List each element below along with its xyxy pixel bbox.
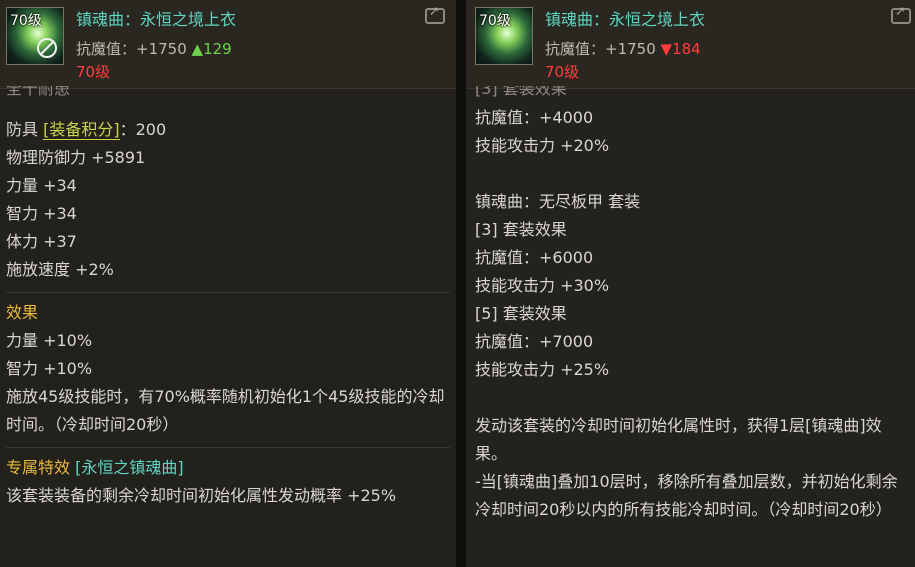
tooltip-body: [3] 套装效果 抗魔值：+4000 技能攻击力 +20% 镇魂曲：无尽板甲 套…: [475, 86, 909, 524]
item-level-badge: 70级: [479, 13, 511, 29]
stat-line: 物理防御力 +5891: [6, 148, 146, 167]
equip-score-label[interactable]: [装备积分]: [43, 120, 120, 140]
partial-heading: 全十耐患: [6, 86, 71, 98]
armor-score-line: 防具 [装备积分]：200: [6, 116, 450, 144]
share-icon[interactable]: [891, 4, 911, 24]
set-description: -当[镇魂曲]叠加10层时，移除所有叠加层数，并初始化剩余冷却时间20秒以内的所…: [475, 472, 898, 519]
resist-label: 抗魔值：: [76, 40, 137, 58]
effect-line: 智力 +10%: [6, 359, 93, 378]
resist-line: 抗魔值：+1750 ▲129: [76, 38, 232, 59]
tooltip-header: 70级 镇魂曲：永恒之境上衣 抗魔值：+1750 ▼184 70级: [466, 0, 915, 89]
set-line: [5] 套装效果: [475, 304, 567, 323]
special-effect-line: 专属特效 [永恒之镇魂曲]: [6, 454, 450, 482]
tooltip-right: 70级 镇魂曲：永恒之境上衣 抗魔值：+1750 ▼184 70级 [3] 套装…: [466, 0, 915, 567]
item-icon[interactable]: 70级: [6, 7, 64, 65]
level-requirement: 70级: [545, 63, 580, 81]
set-description: 发动该套装的冷却时间初始化属性时，获得1层[镇魂曲]效果。: [475, 416, 882, 463]
item-title: 镇魂曲：永恒之境上衣: [76, 10, 237, 29]
special-description: 该套装装备的剩余冷却时间初始化属性发动概率 +25%: [6, 486, 397, 505]
item-icon[interactable]: 70级: [475, 7, 533, 65]
special-name: [永恒之镇魂曲]: [75, 458, 184, 477]
tooltip-header: 70级 镇魂曲：永恒之境上衣 抗魔值：+1750 ▲129 70级: [0, 0, 456, 89]
stat-line: 智力 +34: [6, 204, 77, 223]
effect-line: 力量 +10%: [6, 331, 93, 350]
partial-heading: [3] 套装效果: [475, 86, 567, 98]
resist-value: +1750: [136, 40, 187, 58]
divider: [6, 447, 450, 448]
stat-line: 施放速度 +2%: [6, 260, 114, 279]
panel-divider: [456, 0, 466, 567]
set-name: 镇魂曲：无尽板甲 套装: [475, 192, 641, 211]
share-icon[interactable]: [425, 4, 445, 24]
item-level-badge: 70级: [10, 13, 42, 29]
resist-line: 抗魔值：+1750 ▼184: [545, 38, 701, 59]
divider: [6, 292, 450, 293]
resist-delta: ▼184: [660, 40, 701, 58]
armor-label: 防具: [6, 120, 39, 139]
item-title: 镇魂曲：永恒之境上衣: [545, 10, 706, 29]
ban-icon: [37, 38, 57, 58]
tooltip-body: 全十耐患 防具 [装备积分]：200 物理防御力 +5891 力量 +34 智力…: [6, 86, 450, 510]
stat-line: 体力 +37: [6, 232, 77, 251]
effect-description: 施放45级技能时，有70%概率随机初始化1个45级技能的冷却时间。（冷却时间20…: [6, 387, 445, 434]
level-requirement: 70级: [76, 63, 111, 81]
special-heading: 专属特效: [6, 458, 71, 477]
set-line: 抗魔值：+4000: [475, 108, 594, 127]
resist-label: 抗魔值：: [545, 40, 606, 58]
set-line: 抗魔值：+7000: [475, 332, 594, 351]
set-line: 技能攻击力 +20%: [475, 136, 610, 155]
set-line: 技能攻击力 +30%: [475, 276, 610, 295]
tooltip-left: 70级 镇魂曲：永恒之境上衣 抗魔值：+1750 ▲129 70级 全十耐患 防…: [0, 0, 456, 567]
effect-heading: 效果: [6, 303, 39, 322]
equip-score-value: ：200: [119, 120, 167, 139]
set-line: 技能攻击力 +25%: [475, 360, 610, 379]
stat-line: 力量 +34: [6, 176, 77, 195]
resist-value: +1750: [605, 40, 656, 58]
set-line: [3] 套装效果: [475, 220, 567, 239]
set-line: 抗魔值：+6000: [475, 248, 594, 267]
resist-delta: ▲129: [191, 40, 232, 58]
